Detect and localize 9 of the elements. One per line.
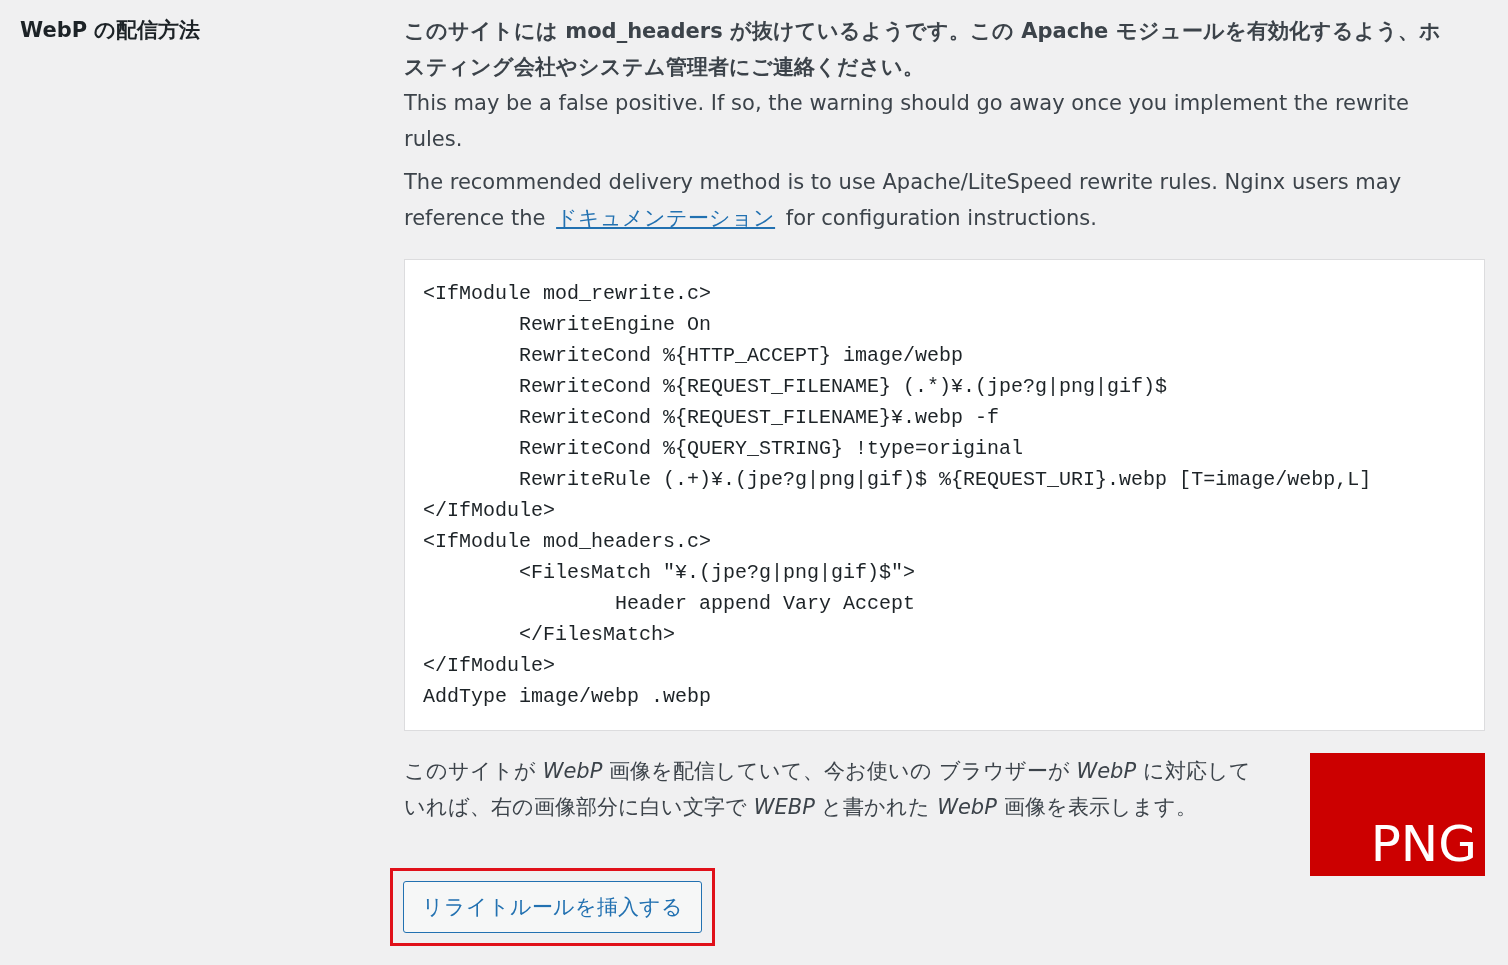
warning-note: This may be a false positive. If so, the warning should go away once you implement the rewrite rules. bbox=[404, 90, 1410, 153]
recommendation-text: The recommended delivery method is to use Apache/LiteSpeed rewrite rules. Nginx users may reference the ドキュメンテーション for configuration instructions. bbox=[404, 169, 1403, 232]
warning-title: このサイトには mod_headers が抜けているようです。この Apache モジュールを有効化するよう、ホスティング会社やシステム管理者にご連絡ください。 bbox=[404, 18, 1442, 81]
documentation-link[interactable]: ドキュメンテーション bbox=[556, 206, 776, 230]
code-block: <IfModule mod_rewrite.c> RewriteEngine On RewriteCond %{HTTP_ACCEPT} image/webp RewriteCond %{REQUEST_FILENAME} (.*)¥.(jpe?g|png|gif)$ RewriteCond %{REQUEST_FILENAME}¥.webp -f RewriteCond %{QUERY_STRING} !type=original RewriteRule (.+)¥.(jpe?g|png|gif)$ %{REQUEST_URI}.webp [T=image/webp,L] </IfModule> <IfModule mod_headers.c> <FilesMatch "¥.(jpe?g|png|gif)$"> Header append Vary Accept </FilesMatch> </IfModule> AddType image/webp .webp bbox=[404, 259, 1485, 731]
setting-label: WebP の配信方法 bbox=[20, 18, 201, 42]
insert-rewrite-rules-button[interactable]: リライトルールを挿入する bbox=[403, 881, 702, 933]
webp-test-text: このサイトが WebP 画像を配信していて、今お使いの ブラウザーが WebP に対応していれば、右の画像部分に白い文字で WEBP と書かれた WebP 画像を表示します。 bbox=[404, 758, 1252, 821]
png-image-label: PNG bbox=[1370, 814, 1477, 874]
